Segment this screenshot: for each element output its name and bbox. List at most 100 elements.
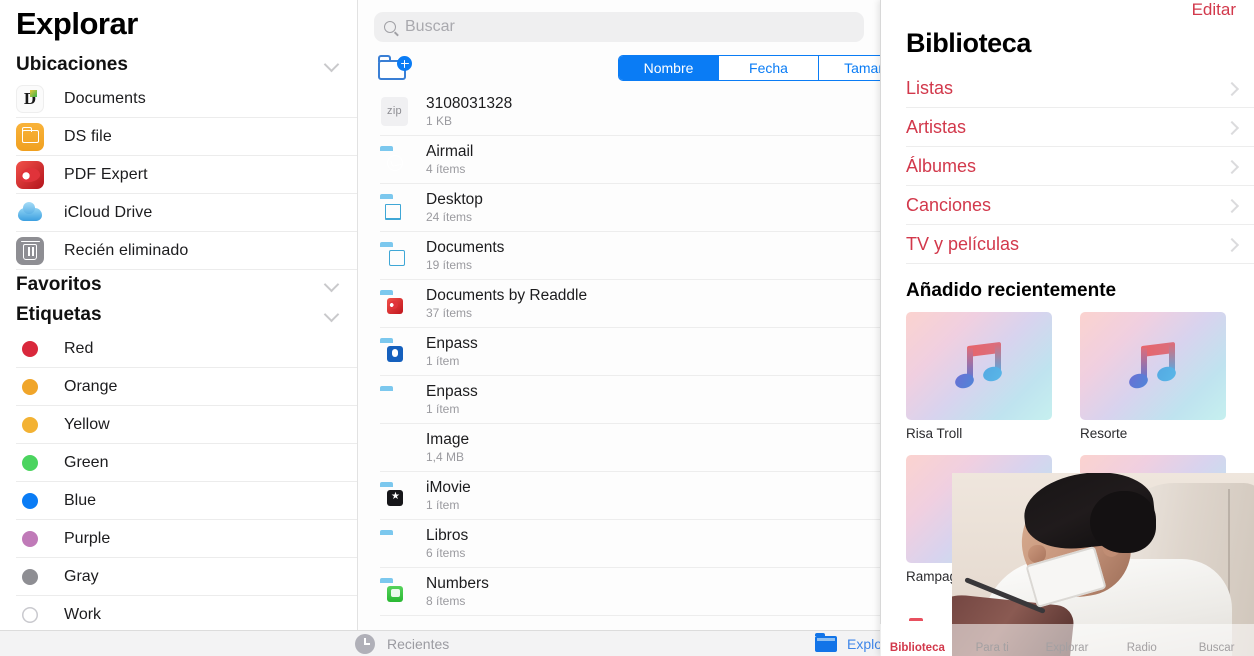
music-note-placeholder-icon bbox=[906, 312, 1052, 420]
sidebar-tag-orange[interactable]: Orange bbox=[16, 368, 357, 406]
file-list: zip 3108031328 1 KB Airmail 4 ítems Desk… bbox=[358, 88, 880, 616]
music-library-panel: Editar Biblioteca Listas Artistas Álbume… bbox=[880, 0, 1254, 656]
sidebar-tag-yellow[interactable]: Yellow bbox=[16, 406, 357, 444]
browse-icon bbox=[1056, 622, 1078, 642]
folder-desktop-icon bbox=[380, 193, 410, 223]
tag-label: Purple bbox=[64, 529, 111, 547]
sidebar-item-ds-file[interactable]: DS file bbox=[16, 118, 357, 156]
library-row-artistas[interactable]: Artistas bbox=[906, 108, 1254, 147]
file-meta: 1 KB bbox=[426, 114, 453, 129]
zip-label: zip bbox=[381, 96, 408, 126]
file-row[interactable]: Desktop 24 ítems bbox=[380, 184, 880, 232]
chevron-down-icon[interactable] bbox=[325, 278, 339, 292]
search-icon bbox=[1206, 622, 1228, 642]
tab-label: Para ti bbox=[975, 642, 1009, 654]
library-row-tv-peliculas[interactable]: TV y películas bbox=[906, 225, 1254, 264]
album-tile[interactable]: Rampage bbox=[906, 455, 1058, 584]
file-meta: 24 ítems bbox=[426, 210, 473, 225]
file-name: Libros bbox=[426, 526, 469, 544]
chevron-down-icon[interactable] bbox=[325, 308, 339, 322]
sidebar-tag-green[interactable]: Green bbox=[16, 444, 357, 482]
edit-button[interactable]: Editar bbox=[1192, 0, 1236, 20]
sidebar-item-recently-deleted[interactable]: Recién eliminado bbox=[16, 232, 357, 270]
sidebar-item-icloud-drive[interactable]: iCloud Drive bbox=[16, 194, 357, 232]
tab-radio[interactable]: Radio bbox=[1104, 622, 1179, 656]
album-title: Risa Troll bbox=[906, 426, 963, 441]
sidebar-section-ubicaciones[interactable]: Ubicaciones bbox=[0, 50, 357, 80]
sidebar-section-favoritos[interactable]: Favoritos bbox=[0, 270, 357, 300]
zip-file-icon: zip bbox=[380, 96, 410, 127]
sidebar-section-label: Etiquetas bbox=[16, 304, 102, 325]
icloud-drive-icon bbox=[16, 198, 44, 227]
sidebar-tag-blue[interactable]: Blue bbox=[16, 482, 357, 520]
file-row[interactable]: Enpass 1 ítem bbox=[380, 376, 880, 424]
sort-tab-tamano[interactable]: Tamaño bbox=[819, 56, 880, 80]
file-browser-panel: Buscar Nombre Fecha Tamaño zip 310803132… bbox=[357, 0, 880, 630]
tab-biblioteca[interactable]: ♪ Biblioteca bbox=[880, 621, 955, 656]
chevron-right-icon bbox=[1227, 123, 1236, 132]
tab-label: Buscar bbox=[1198, 642, 1235, 654]
file-meta: 1 ítem bbox=[426, 354, 460, 369]
tab-buscar[interactable]: Buscar bbox=[1179, 622, 1254, 656]
file-row[interactable]: Enpass 1 ítem bbox=[380, 328, 880, 376]
chevron-right-icon bbox=[1227, 201, 1236, 210]
sidebar-item-documents[interactable]: D Documents bbox=[16, 80, 357, 118]
album-tile[interactable]: Risa Troll bbox=[906, 312, 1058, 441]
tag-label: Red bbox=[64, 339, 94, 357]
file-row[interactable]: Airmail 4 ítems bbox=[380, 136, 880, 184]
file-row[interactable]: Image 1,4 MB bbox=[380, 424, 880, 472]
library-row-label: Álbumes bbox=[906, 155, 977, 176]
tag-color-dot bbox=[22, 606, 38, 623]
new-folder-icon[interactable] bbox=[378, 55, 412, 81]
file-row[interactable]: ★ iMovie 1 ítem bbox=[380, 472, 880, 520]
chevron-right-icon bbox=[1227, 162, 1236, 171]
music-note-placeholder-icon bbox=[906, 455, 1052, 563]
folder-numbers-icon bbox=[380, 577, 410, 607]
image-thumbnail-icon bbox=[380, 433, 410, 463]
sidebar-item-label: Documents bbox=[64, 89, 146, 107]
sidebar-tag-purple[interactable]: Purple bbox=[16, 520, 357, 558]
search-input[interactable]: Buscar bbox=[374, 12, 864, 42]
sort-tab-fecha[interactable]: Fecha bbox=[719, 56, 819, 80]
search-container: Buscar bbox=[358, 0, 880, 48]
tab-para-ti[interactable]: Para ti bbox=[955, 622, 1030, 656]
tag-color-dot bbox=[22, 416, 38, 433]
sort-tab-nombre[interactable]: Nombre bbox=[619, 56, 719, 80]
library-row-listas[interactable]: Listas bbox=[906, 69, 1254, 108]
chevron-down-icon[interactable] bbox=[325, 58, 339, 72]
pdf-expert-app-icon bbox=[16, 160, 44, 189]
sidebar-tag-gray[interactable]: Gray bbox=[16, 558, 357, 596]
browser-toolbar: Nombre Fecha Tamaño bbox=[358, 48, 880, 88]
file-meta: 1 ítem bbox=[426, 498, 460, 513]
recently-added-grid: Risa Troll Resorte Rampage bbox=[880, 312, 1254, 584]
album-tile[interactable] bbox=[1080, 455, 1232, 584]
sort-segmented-control[interactable]: Nombre Fecha Tamaño bbox=[618, 55, 880, 81]
recently-added-heading: Añadido recientemente bbox=[906, 280, 1117, 301]
file-name: Image bbox=[426, 430, 470, 448]
file-row[interactable]: Libros 6 ítems bbox=[380, 520, 880, 568]
sidebar-section-label: Favoritos bbox=[16, 274, 102, 295]
tab-explorar[interactable]: Explorar bbox=[1030, 622, 1105, 656]
sidebar-item-pdf-expert[interactable]: PDF Expert bbox=[16, 156, 357, 194]
tag-label: Work bbox=[64, 605, 102, 623]
album-tile[interactable]: Resorte bbox=[1080, 312, 1232, 441]
library-row-label: Canciones bbox=[906, 194, 992, 215]
sidebar-tag-work[interactable]: Work bbox=[16, 596, 357, 630]
file-row[interactable]: Numbers 8 ítems bbox=[380, 568, 880, 616]
file-row[interactable]: Documents 19 ítems bbox=[380, 232, 880, 280]
page-title: Explorar bbox=[16, 6, 138, 41]
album-title: Resorte bbox=[1080, 426, 1128, 441]
tag-color-dot bbox=[22, 492, 38, 509]
bottom-tab-recientes[interactable]: Recientes bbox=[355, 633, 449, 654]
file-row[interactable]: Documents by Readdle 37 ítems bbox=[380, 280, 880, 328]
ds-file-app-icon bbox=[16, 122, 44, 151]
library-icon: ♪ bbox=[913, 624, 919, 636]
sidebar-section-etiquetas[interactable]: Etiquetas bbox=[0, 300, 357, 330]
library-row-canciones[interactable]: Canciones bbox=[906, 186, 1254, 225]
music-note-placeholder-icon bbox=[1080, 312, 1226, 420]
sidebar-tag-red[interactable]: Red bbox=[16, 330, 357, 368]
library-row-label: Artistas bbox=[906, 116, 967, 137]
file-row[interactable]: zip 3108031328 1 KB bbox=[380, 88, 880, 136]
library-row-albumes[interactable]: Álbumes bbox=[906, 147, 1254, 186]
file-name: iMovie bbox=[426, 478, 471, 496]
